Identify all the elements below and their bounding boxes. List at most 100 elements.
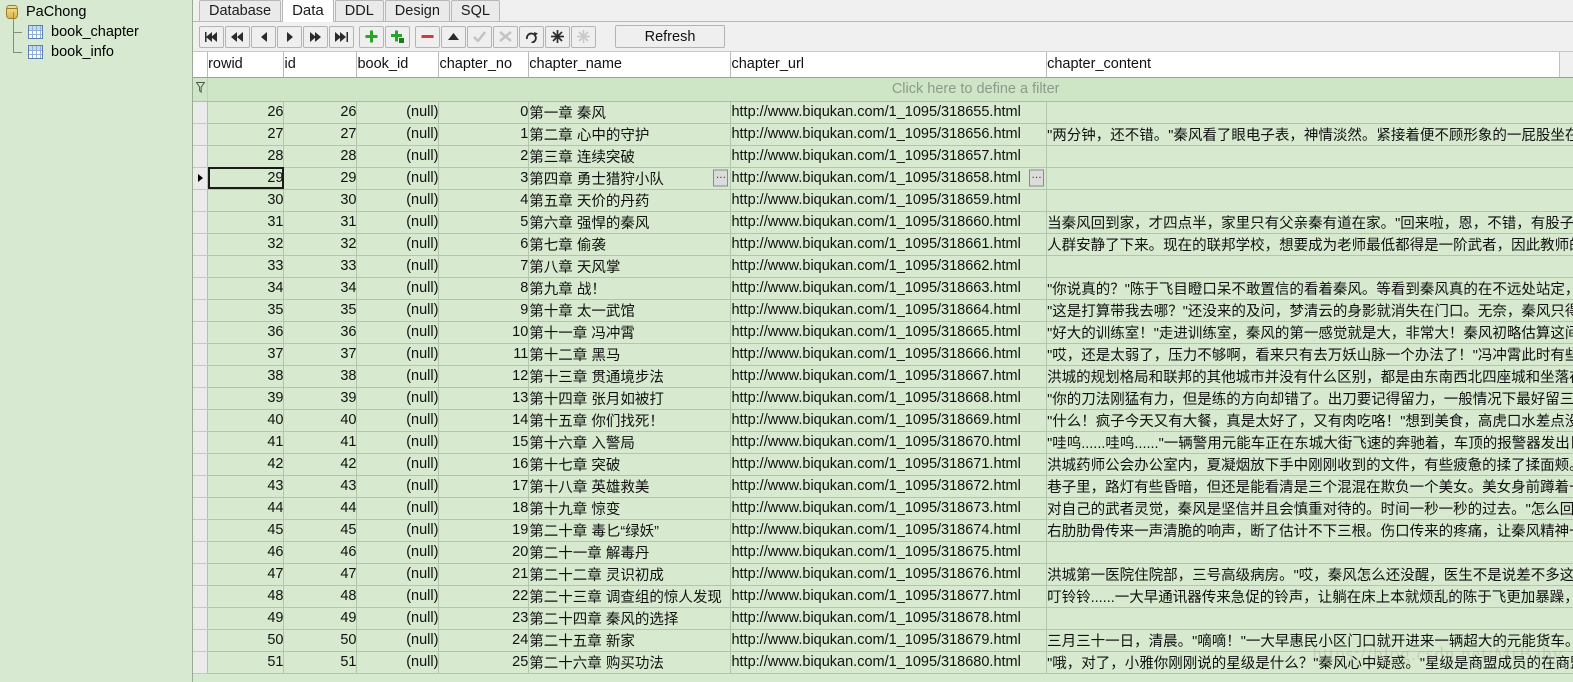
cell-rowid[interactable]: 28 [207, 145, 285, 168]
cell-rowid[interactable]: 37 [207, 343, 285, 366]
cell-chapter-content[interactable]: 叮铃铃......一大早通讯器传来急促的铃声，让躺在床上本就烦乱的陈于飞更加暴躁… [1046, 585, 1573, 608]
cell-rowid[interactable]: 44 [207, 497, 285, 520]
cell-book-id[interactable]: (null) [356, 475, 440, 498]
cell-chapter-no[interactable]: 22 [438, 585, 530, 608]
cell-rowid[interactable]: 42 [207, 453, 285, 476]
cell-chapter-content[interactable]: 对自己的武者灵觉，秦风是坚信并且会慎重对待的。时间一秒一秒的过去。"怎么回事，秦… [1046, 497, 1573, 520]
cell-chapter-content[interactable]: "什么！疯子今天又有大餐，真是太好了，又有肉吃咯！"想到美食，高虎口水差点没流下… [1046, 409, 1573, 432]
column-header-id[interactable]: id [283, 52, 358, 78]
table-row[interactable]: 41 41 (null) 15 第十六章 入警局 http://www.biqukan.c… [193, 431, 1573, 454]
cell-chapter-no[interactable]: 24 [438, 629, 530, 652]
open-value-editor-button[interactable]: ⋯ [713, 169, 729, 187]
table-row[interactable]: 45 45 (null) 19 第二十章 毒匕“绿妖” http://www.biquka… [193, 519, 1573, 542]
cell-chapter-no[interactable]: 0 [438, 101, 530, 124]
cell-book-id[interactable]: (null) [356, 299, 440, 322]
cell-chapter-no[interactable]: 7 [438, 255, 530, 278]
cell-chapter-no[interactable]: 9 [438, 299, 530, 322]
cell-id[interactable]: 34 [283, 277, 358, 300]
cell-chapter-name[interactable]: 第一章 秦风 [528, 101, 732, 124]
cell-rowid[interactable]: 33 [207, 255, 285, 278]
cell-chapter-url[interactable]: http://www.biqukan.com/1_1095/318678.htm… [730, 607, 1048, 630]
cell-id[interactable]: 27 [283, 123, 358, 146]
row-header-cell[interactable] [193, 365, 209, 388]
cell-chapter-url[interactable]: http://www.biqukan.com/1_1095/318670.htm… [730, 431, 1048, 454]
cell-chapter-name[interactable]: 第二十六章 购买功法 [528, 651, 732, 674]
reload-icon[interactable] [519, 25, 544, 48]
cell-chapter-content[interactable] [1046, 255, 1573, 278]
cell-chapter-url[interactable]: http://www.biqukan.com/1_1095/318660.htm… [730, 211, 1048, 234]
table-row[interactable]: 27 27 (null) 1 第二章 心中的守护 http://www.biqukan.c… [193, 123, 1573, 146]
cell-chapter-name[interactable]: 第三章 连续突破 [528, 145, 732, 168]
cell-rowid[interactable]: 50 [207, 629, 285, 652]
cell-book-id[interactable]: (null) [356, 365, 440, 388]
open-value-editor-button[interactable]: ⋯ [1029, 169, 1045, 187]
cell-id[interactable]: 42 [283, 453, 358, 476]
cell-chapter-no[interactable]: 21 [438, 563, 530, 586]
cell-id[interactable]: 32 [283, 233, 358, 256]
row-header-cell[interactable] [193, 563, 209, 586]
cell-rowid[interactable]: 48 [207, 585, 285, 608]
cell-chapter-content[interactable]: "好大的训练室！"走进训练室，秦风的第一感觉就是大，非常大！秦风初略估算这间训练… [1046, 321, 1573, 344]
column-header-chapter-name[interactable]: chapter_name [528, 52, 732, 78]
cell-chapter-content[interactable]: "哎，还是太弱了，压力不够啊，看来只有去万妖山脉一个办法了！"冯冲霄此时有些无奈… [1046, 343, 1573, 366]
table-row[interactable]: 30 30 (null) 4 第五章 天价的丹药 http://www.biqukan.c… [193, 189, 1573, 212]
cell-chapter-name[interactable]: 第十七章 突破 [528, 453, 732, 476]
cell-chapter-name[interactable]: 第十一章 冯冲霄 [528, 321, 732, 344]
table-row[interactable]: 37 37 (null) 11 第十二章 黑马 http://www.biqukan.co… [193, 343, 1573, 366]
cell-chapter-name[interactable]: 第二十章 毒匕“绿妖” [528, 519, 732, 542]
cell-id[interactable]: 33 [283, 255, 358, 278]
cell-chapter-name[interactable]: 第四章 勇士猎狩小队 ⋯ [528, 167, 732, 190]
cell-chapter-url[interactable]: http://www.biqukan.com/1_1095/318665.htm… [730, 321, 1048, 344]
cell-id[interactable]: 41 [283, 431, 358, 454]
cell-book-id[interactable]: (null) [356, 563, 440, 586]
cell-chapter-content[interactable] [1046, 101, 1573, 124]
cell-chapter-content[interactable] [1046, 189, 1573, 212]
cell-chapter-url[interactable]: http://www.biqukan.com/1_1095/318656.htm… [730, 123, 1048, 146]
cell-chapter-url[interactable]: http://www.biqukan.com/1_1095/318668.htm… [730, 387, 1048, 410]
cell-book-id[interactable]: (null) [356, 123, 440, 146]
cell-chapter-no[interactable]: 1 [438, 123, 530, 146]
table-row[interactable]: 35 35 (null) 9 第十章 太一武馆 http://www.biqukan.co… [193, 299, 1573, 322]
cell-book-id[interactable]: (null) [356, 409, 440, 432]
commit-up-icon[interactable] [441, 25, 466, 48]
cell-chapter-content[interactable]: 三月三十一日，清晨。"嘀嘀！"一大早惠民小区门口就开进来一辆超大的元能货车。这虽… [1046, 629, 1573, 652]
cell-id[interactable]: 37 [283, 343, 358, 366]
cell-chapter-name[interactable]: 第二十四章 秦风的选择 [528, 607, 732, 630]
insert-multiple-rows-icon[interactable] [385, 25, 410, 48]
cell-chapter-url[interactable]: http://www.biqukan.com/1_1095/318679.htm… [730, 629, 1048, 652]
cell-chapter-no[interactable]: 25 [438, 651, 530, 674]
row-header-cell[interactable] [193, 123, 209, 146]
cell-chapter-content[interactable]: 当秦风回到家，才四点半，家里只有父亲秦有道在家。"回来啦，恩，不错，有股子武者气… [1046, 211, 1573, 234]
cell-chapter-no[interactable]: 3 [438, 167, 530, 190]
row-header-cell[interactable] [193, 255, 209, 278]
cell-book-id[interactable]: (null) [356, 651, 440, 674]
cell-book-id[interactable]: (null) [356, 189, 440, 212]
cell-chapter-name[interactable]: 第十章 太一武馆 [528, 299, 732, 322]
cell-chapter-url[interactable]: http://www.biqukan.com/1_1095/318674.htm… [730, 519, 1048, 542]
table-row[interactable]: 40 40 (null) 14 第十五章 你们找死！ http://www.biqukan… [193, 409, 1573, 432]
refresh-button[interactable]: Refresh [615, 25, 725, 48]
cell-chapter-content[interactable]: ⋯ [1046, 167, 1573, 190]
cell-book-id[interactable]: (null) [356, 607, 440, 630]
row-header-cell[interactable] [193, 585, 209, 608]
table-row[interactable]: 36 36 (null) 10 第十一章 冯冲霄 http://www.biqukan.c… [193, 321, 1573, 344]
cell-rowid[interactable]: 36 [207, 321, 285, 344]
row-header-cell[interactable] [193, 387, 209, 410]
cell-chapter-content[interactable]: "这是打算带我去哪？"还没来的及问，梦清云的身影就消失在门口。无奈，秦风只得起身… [1046, 299, 1573, 322]
cell-id[interactable]: 45 [283, 519, 358, 542]
tree-item-book-info[interactable]: book_info [0, 32, 192, 62]
row-header-cell[interactable] [193, 211, 209, 234]
cell-id[interactable]: 40 [283, 409, 358, 432]
cell-chapter-no[interactable]: 19 [438, 519, 530, 542]
row-header-cell[interactable] [193, 145, 209, 168]
row-header-cell[interactable] [193, 541, 209, 564]
cell-id[interactable]: 39 [283, 387, 358, 410]
row-header-cell[interactable] [193, 409, 209, 432]
cell-chapter-no[interactable]: 23 [438, 607, 530, 630]
cell-id[interactable]: 30 [283, 189, 358, 212]
cell-chapter-no[interactable]: 2 [438, 145, 530, 168]
cell-chapter-content[interactable]: "你说真的？"陈于飞目瞪口呆不敢置信的看着秦风。等看到秦风真的在不远处站定，那如… [1046, 277, 1573, 300]
cell-book-id[interactable]: (null) [356, 497, 440, 520]
table-row[interactable]: 51 51 (null) 25 第二十六章 购买功法 http://www.biqukan… [193, 651, 1573, 674]
cell-chapter-url[interactable]: http://www.biqukan.com/1_1095/318667.htm… [730, 365, 1048, 388]
